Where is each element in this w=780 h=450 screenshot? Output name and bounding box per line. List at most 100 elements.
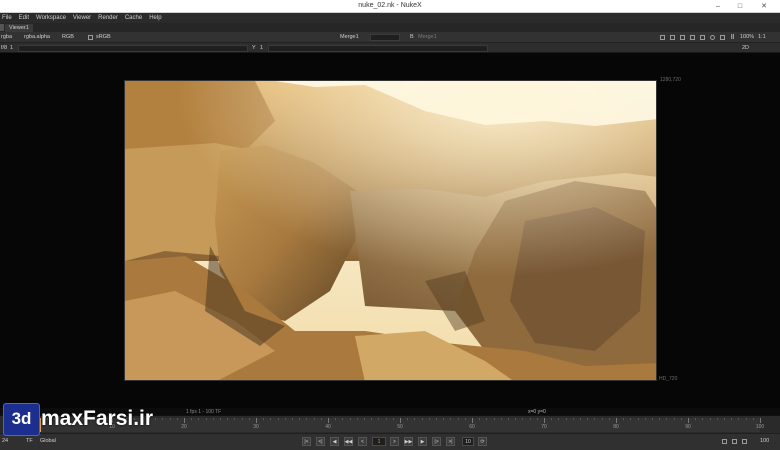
timeline-minor-tick xyxy=(644,418,646,420)
timeline-minor-tick xyxy=(212,418,214,420)
timeline-minor-tick xyxy=(356,418,358,420)
viewer-toolbar-bottom: f/8 1 Y 1 2D xyxy=(0,43,780,53)
grid-icon[interactable] xyxy=(700,35,705,40)
menu-file[interactable]: File xyxy=(2,15,12,21)
timeline-minor-tick xyxy=(299,418,301,420)
zoom-select[interactable]: 100% xyxy=(740,34,754,41)
timeline-minor-tick xyxy=(176,418,178,420)
timeline-minor-tick xyxy=(198,418,200,420)
frame-icon[interactable] xyxy=(690,35,695,40)
roi-icon[interactable] xyxy=(660,35,665,40)
next-keyframe-button[interactable]: |> xyxy=(432,437,441,446)
loop-mode-button[interactable]: ⟳ xyxy=(478,437,487,446)
timeline-minor-tick xyxy=(335,418,337,420)
timeline-minor-tick xyxy=(673,418,675,420)
layer-select[interactable]: rgba xyxy=(1,34,12,41)
timeline-minor-tick xyxy=(745,418,747,420)
timeline-tick-label: 30 xyxy=(253,424,259,430)
menu-render[interactable]: Render xyxy=(98,15,118,21)
timeline-minor-tick xyxy=(738,418,740,420)
first-frame-button[interactable]: |< xyxy=(302,437,311,446)
step-back-increment-button[interactable]: ◀◀ xyxy=(344,437,353,446)
step-forward-increment-button[interactable]: ▶▶ xyxy=(404,437,413,446)
display-channels-select[interactable]: RGB xyxy=(62,34,74,41)
frame-range-scope-select[interactable]: Global xyxy=(40,438,56,445)
timeline-tick xyxy=(256,418,257,423)
step-back-button[interactable]: < xyxy=(358,437,367,446)
current-frame-field[interactable]: 1 xyxy=(372,437,386,446)
timeline-tick-label: 100 xyxy=(755,424,765,430)
timeline-minor-tick xyxy=(414,418,416,420)
increment-field[interactable]: 10 xyxy=(462,437,474,446)
minimize-button[interactable]: – xyxy=(710,1,726,11)
pause-icon[interactable]: || xyxy=(731,34,734,41)
colorspace-select[interactable]: sRGB xyxy=(96,34,111,41)
colorspace-icon xyxy=(88,35,93,40)
timeline-tick xyxy=(688,418,689,423)
last-frame-button[interactable]: >| xyxy=(446,437,455,446)
timeline-minor-tick xyxy=(306,418,308,420)
alpha-channel-select[interactable]: rgba.alpha xyxy=(24,34,50,41)
gamma-value[interactable]: 1 xyxy=(260,45,263,52)
timeline-minor-tick xyxy=(608,418,610,420)
flipbook-icon[interactable] xyxy=(722,439,727,444)
proxy-select[interactable]: 1:1 xyxy=(758,34,766,41)
lock-icon[interactable] xyxy=(732,439,737,444)
play-forward-button[interactable]: ▶ xyxy=(418,437,427,446)
window-title-bar: nuke_02.nk - NukeX – □ ✕ xyxy=(0,0,780,13)
close-button[interactable]: ✕ xyxy=(756,1,772,11)
menu-viewer[interactable]: Viewer xyxy=(73,15,91,21)
gain-label: f/8 xyxy=(1,45,8,51)
mask-icon[interactable] xyxy=(680,35,685,40)
compare-icon[interactable] xyxy=(710,35,715,40)
bookmark-icon[interactable] xyxy=(742,439,747,444)
prev-keyframe-button[interactable]: <| xyxy=(316,437,325,446)
tab-viewer1[interactable]: Viewer1 xyxy=(5,24,33,32)
input-b-label: B xyxy=(410,34,414,40)
gain-slider[interactable] xyxy=(18,45,248,52)
timeline-minor-tick xyxy=(227,418,229,420)
timeline-minor-tick xyxy=(155,418,157,420)
viewer-canvas[interactable]: 1280,720 HD_720 xyxy=(0,53,780,408)
gain-value[interactable]: 1 xyxy=(10,45,13,52)
menu-help[interactable]: Help xyxy=(149,15,161,21)
time-format-select[interactable]: TF xyxy=(26,438,33,445)
timeline-minor-tick xyxy=(364,418,365,420)
timeline-tick xyxy=(544,418,545,423)
timeline-minor-tick xyxy=(457,418,459,420)
timeline-minor-tick xyxy=(320,418,322,420)
timeline-minor-tick xyxy=(702,418,704,420)
end-frame-field[interactable]: 100 xyxy=(760,438,769,445)
timeline-minor-tick xyxy=(407,418,409,420)
timeline-tick-label: 70 xyxy=(541,424,547,430)
menu-edit[interactable]: Edit xyxy=(19,15,29,21)
timeline-minor-tick xyxy=(421,418,423,420)
menu-cache[interactable]: Cache xyxy=(125,15,142,21)
timeline-minor-tick xyxy=(248,418,250,420)
fps-field[interactable]: 24 xyxy=(2,438,8,445)
input-a-select[interactable]: Merge1 xyxy=(340,34,359,41)
menu-workspace[interactable]: Workspace xyxy=(36,15,66,21)
timeline-tick xyxy=(400,418,401,423)
gamma-slider[interactable] xyxy=(268,45,488,52)
play-backward-button[interactable]: ◀ xyxy=(330,437,339,446)
timeline-minor-tick xyxy=(342,418,344,420)
input-b-select[interactable]: Merge1 xyxy=(418,34,437,41)
watermark-text: maxFarsi.ir xyxy=(41,407,154,430)
timeline-minor-tick xyxy=(572,418,574,420)
format-name-label: HD_720 xyxy=(659,376,678,382)
guides-icon[interactable] xyxy=(670,35,675,40)
timeline-minor-tick xyxy=(371,418,373,420)
step-forward-button[interactable]: > xyxy=(390,437,399,446)
wipe-mode-select[interactable] xyxy=(370,34,400,41)
timeline-minor-tick xyxy=(464,418,466,420)
timeline-minor-tick xyxy=(630,418,632,420)
timeline-minor-tick xyxy=(263,418,265,420)
pane-menu-icon[interactable] xyxy=(0,24,4,31)
timeline-tick-label: 40 xyxy=(325,424,331,430)
lut-icon[interactable] xyxy=(720,35,725,40)
timeline-minor-tick xyxy=(580,418,581,420)
maximize-button[interactable]: □ xyxy=(732,1,748,11)
view-mode-select[interactable]: 2D xyxy=(742,45,749,52)
timeline-minor-tick xyxy=(551,418,553,420)
